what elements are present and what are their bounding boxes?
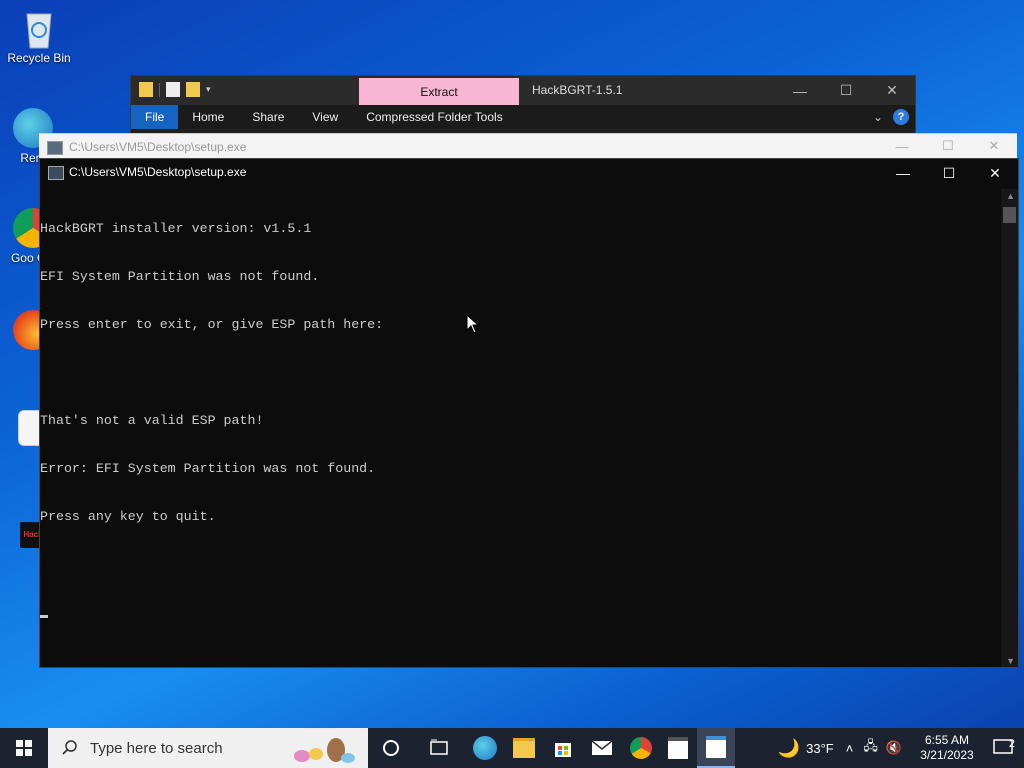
maximize-button[interactable]: ☐ bbox=[823, 76, 869, 105]
search-icon bbox=[62, 740, 77, 755]
taskbar-edge[interactable] bbox=[466, 728, 504, 768]
task-view-button[interactable] bbox=[420, 728, 458, 768]
cortana-circle-icon bbox=[383, 740, 399, 756]
properties-icon[interactable] bbox=[166, 82, 180, 97]
console-line: HackBGRT installer version: v1.5.1 bbox=[40, 221, 312, 236]
tab-share[interactable]: Share bbox=[238, 105, 298, 129]
taskbar-file-explorer[interactable] bbox=[505, 728, 543, 768]
console-window[interactable]: C:\Users\VM5\Desktop\setup.exe — ☐ ✕ Hac… bbox=[39, 158, 1019, 668]
scroll-down-arrow-icon[interactable]: ▼ bbox=[1006, 656, 1015, 666]
console-line: EFI System Partition was not found. bbox=[40, 269, 320, 284]
cursor-line bbox=[40, 605, 1000, 621]
taskbar-console[interactable] bbox=[697, 728, 735, 768]
minimize-button[interactable]: — bbox=[879, 134, 925, 158]
tab-file[interactable]: File bbox=[131, 105, 179, 129]
weather-temperature[interactable]: 33°F bbox=[806, 741, 834, 756]
windows-logo-icon bbox=[16, 740, 32, 756]
clock-time: 6:55 AM bbox=[924, 733, 970, 747]
taskbar-mail[interactable] bbox=[583, 728, 621, 768]
console-app-icon bbox=[706, 736, 726, 758]
chevron-up-icon[interactable]: ˄ bbox=[846, 741, 854, 756]
taskbar-chrome[interactable] bbox=[622, 728, 660, 768]
console-title: C:\Users\VM5\Desktop\setup.exe bbox=[69, 140, 247, 154]
console-line: That's not a valid ESP path! bbox=[40, 413, 264, 428]
tab-view[interactable]: View bbox=[298, 105, 352, 129]
cortana-button[interactable] bbox=[372, 728, 410, 768]
new-folder-icon[interactable] bbox=[186, 82, 200, 97]
console-line: Press any key to quit. bbox=[40, 509, 216, 524]
minimize-button[interactable]: — bbox=[777, 76, 823, 105]
notification-center-button[interactable]: 2 bbox=[982, 728, 1024, 768]
scroll-thumb[interactable] bbox=[1003, 207, 1016, 223]
volume-muted-icon[interactable]: 🔇 bbox=[886, 740, 902, 756]
desktop-icon-label: Recycle Bin bbox=[7, 51, 71, 65]
close-button[interactable]: ✕ bbox=[971, 134, 1017, 158]
file-explorer-window[interactable]: ▾ Extract HackBGRT-1.5.1 — ☐ ✕ File Home… bbox=[130, 75, 916, 137]
ribbon-tabs: File Home Share View Compressed Folder T… bbox=[131, 105, 915, 129]
clock-date: 3/21/2023 bbox=[920, 748, 974, 762]
console-icon bbox=[47, 141, 63, 155]
minimize-button[interactable]: — bbox=[880, 159, 926, 187]
window-controls: — ☐ ✕ bbox=[879, 134, 1017, 158]
search-highlight-easter-icon bbox=[294, 738, 355, 763]
ribbon-right-controls: ⌄ ? bbox=[873, 109, 909, 125]
folder-icon bbox=[513, 738, 535, 758]
weather-moon-icon[interactable]: 🌙 bbox=[778, 738, 800, 759]
search-box[interactable]: Type here to search bbox=[48, 728, 368, 768]
close-button[interactable]: ✕ bbox=[869, 76, 915, 105]
search-placeholder: Type here to search bbox=[90, 739, 223, 757]
taskbar-app[interactable] bbox=[659, 728, 697, 768]
mail-icon bbox=[591, 740, 613, 755]
separator bbox=[159, 82, 160, 97]
mouse-pointer-icon bbox=[466, 314, 480, 334]
chrome-icon bbox=[630, 737, 652, 759]
close-button[interactable]: ✕ bbox=[972, 159, 1018, 187]
folder-icon[interactable] bbox=[139, 82, 153, 97]
window-controls: — ☐ ✕ bbox=[777, 76, 915, 105]
clock[interactable]: 6:55 AM 3/21/2023 bbox=[912, 733, 982, 763]
console-icon bbox=[48, 166, 64, 180]
recycle-bin-icon bbox=[19, 8, 59, 49]
task-view-icon bbox=[430, 739, 448, 755]
console-titlebar[interactable]: C:\Users\VM5\Desktop\setup.exe — ☐ ✕ bbox=[40, 159, 1018, 187]
tab-home[interactable]: Home bbox=[178, 105, 238, 129]
maximize-button[interactable]: ☐ bbox=[926, 159, 972, 187]
desktop-icon-recycle-bin[interactable]: Recycle Bin bbox=[3, 8, 75, 65]
store-icon bbox=[555, 743, 571, 757]
taskbar: Type here to search 🌙 33°F ˄ 🖧 🔇 6:55 AM… bbox=[0, 728, 1024, 768]
chevron-down-icon[interactable]: ▾ bbox=[206, 84, 211, 95]
start-button[interactable] bbox=[0, 728, 48, 768]
system-tray: 🌙 33°F ˄ 🖧 🔇 6:55 AM 3/21/2023 2 bbox=[778, 728, 1024, 768]
explorer-titlebar[interactable]: ▾ Extract HackBGRT-1.5.1 — ☐ ✕ bbox=[131, 76, 915, 105]
console-line: Press enter to exit, or give ESP path he… bbox=[40, 317, 384, 332]
text-cursor bbox=[40, 615, 48, 618]
edge-icon bbox=[473, 736, 497, 760]
scroll-up-arrow-icon[interactable]: ▲ bbox=[1006, 191, 1015, 201]
tab-compressed-folder-tools[interactable]: Compressed Folder Tools bbox=[352, 105, 517, 129]
help-icon[interactable]: ? bbox=[893, 109, 909, 125]
console-output[interactable]: HackBGRT installer version: v1.5.1 EFI S… bbox=[40, 189, 1000, 667]
maximize-button[interactable]: ☐ bbox=[925, 134, 971, 158]
app-window-icon bbox=[668, 737, 688, 759]
console-title: C:\Users\VM5\Desktop\setup.exe bbox=[69, 165, 247, 179]
notification-badge: 2 bbox=[1008, 738, 1015, 750]
explorer-title: HackBGRT-1.5.1 bbox=[532, 83, 623, 97]
chevron-down-icon[interactable]: ⌄ bbox=[873, 110, 883, 124]
extract-contextual-tab[interactable]: Extract bbox=[359, 78, 519, 105]
network-icon[interactable]: 🖧 bbox=[863, 737, 878, 759]
console-line: Error: EFI System Partition was not foun… bbox=[40, 461, 376, 476]
taskbar-store[interactable] bbox=[544, 728, 582, 768]
vertical-scrollbar[interactable]: ▲ ▼ bbox=[1001, 189, 1018, 667]
quick-access-toolbar: ▾ bbox=[139, 82, 211, 97]
window-controls: — ☐ ✕ bbox=[880, 159, 1018, 187]
